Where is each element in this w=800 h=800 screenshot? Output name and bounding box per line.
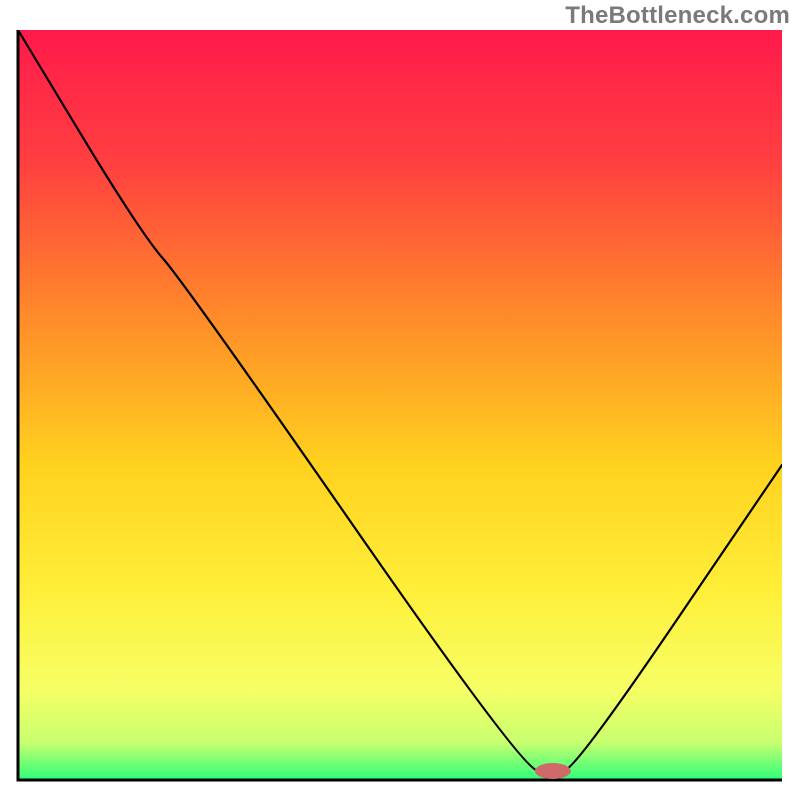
chart-container: TheBottleneck.com — [0, 0, 800, 800]
optimal-point-marker — [535, 763, 571, 779]
watermark-text: TheBottleneck.com — [565, 2, 790, 30]
gradient-background — [18, 30, 782, 780]
bottleneck-chart — [0, 0, 800, 800]
